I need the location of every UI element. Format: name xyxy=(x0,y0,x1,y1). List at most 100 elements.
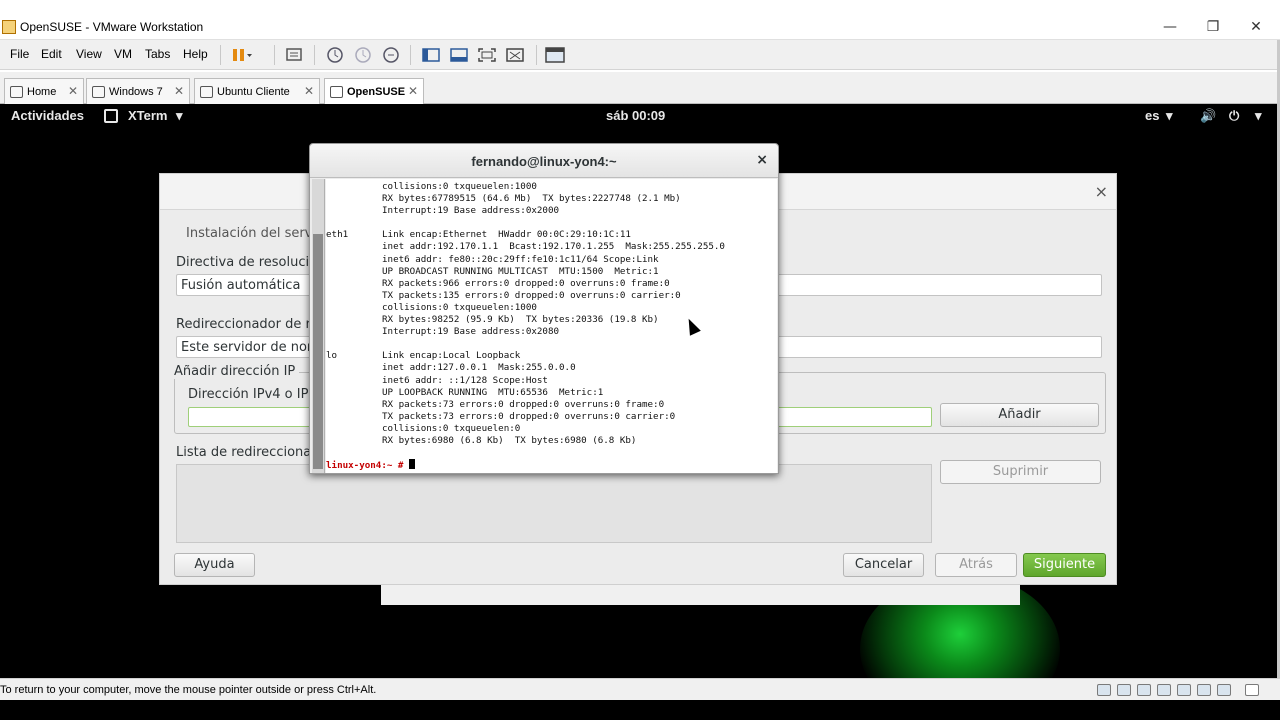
fullscreen-icon[interactable] xyxy=(476,45,498,65)
terminal-text: collisions:0 txqueuelen:1000 xyxy=(382,301,537,313)
prompt-line[interactable]: linux-yon4:~ # xyxy=(326,459,777,472)
tab-label: Home xyxy=(27,86,57,98)
terminal-output[interactable]: collisions:0 txqueuelen:1000 RX bytes:677… xyxy=(326,179,777,473)
printer-icon[interactable] xyxy=(1177,684,1191,696)
cd-dvd-icon[interactable] xyxy=(1117,684,1131,696)
sound-card-icon[interactable] xyxy=(1197,684,1211,696)
terminal-text: RX bytes:6980 (6.8 Kb) TX bytes:6980 (6.… xyxy=(382,434,637,446)
screen-bottom-edge xyxy=(0,700,1280,720)
toolbar-divider xyxy=(220,45,221,65)
home-icon xyxy=(10,86,23,98)
menu-view[interactable]: View xyxy=(76,47,102,61)
network-adapter-icon[interactable] xyxy=(1137,684,1151,696)
guest-screen[interactable]: Actividades XTerm ▾ sáb 00:09 es ▾ 🔊 ⏻ ▾… xyxy=(0,104,1277,678)
sidebar-toggle-icon[interactable] xyxy=(420,45,442,65)
terminal-text: RX bytes:67789515 (64.6 Mb) TX bytes:222… xyxy=(382,193,681,205)
tab-close-icon[interactable]: ✕ xyxy=(68,84,78,98)
menu-vm[interactable]: VM xyxy=(114,47,132,61)
tab-label: Windows 7 xyxy=(109,86,163,98)
terminal-text: inet addr:192.170.1.1 Bcast:192.170.1.25… xyxy=(382,241,725,253)
power-arrow-icon[interactable]: ▾ xyxy=(1255,108,1262,124)
window-title: OpenSUSE - VMware Workstation xyxy=(20,20,204,34)
xterm-scrollbar[interactable] xyxy=(312,179,325,473)
next-button[interactable]: Siguiente xyxy=(1023,553,1106,577)
terminal-text: Link encap:Ethernet HWaddr 00:0C:29:10:1… xyxy=(382,229,631,241)
forwarder-list[interactable] xyxy=(176,464,932,543)
cancel-button[interactable]: Cancelar xyxy=(843,553,924,577)
unity-icon[interactable] xyxy=(504,45,526,65)
minimize-icon[interactable]: — xyxy=(1155,17,1185,37)
terminal-text: TX packets:135 errors:0 dropped:0 overru… xyxy=(382,289,681,301)
terminal-line: inet6 addr: fe80::20c:29ff:fe10:1c11/64 … xyxy=(326,254,777,266)
menu-file[interactable]: File xyxy=(10,47,29,61)
console-view-icon[interactable] xyxy=(448,45,470,65)
terminal-line: collisions:0 txqueuelen:1000 xyxy=(326,181,777,193)
volume-icon[interactable]: 🔊 xyxy=(1200,108,1216,124)
tab-home[interactable]: Home ✕ xyxy=(4,78,84,104)
forwarder-label: Redireccionador de re xyxy=(176,317,319,332)
forwarder-list-label: Lista de redireccionad xyxy=(176,445,320,460)
display-icon[interactable] xyxy=(1217,684,1231,696)
send-keys-icon[interactable] xyxy=(284,45,306,65)
back-button[interactable]: Atrás xyxy=(935,553,1017,577)
xterm-titlebar[interactable]: fernando@linux-yon4:~ × xyxy=(310,144,778,178)
snapshot-manager-icon[interactable] xyxy=(380,45,402,65)
terminal-line: eth1 Link encap:Ethernet HWaddr 00:0C:29:… xyxy=(326,229,777,241)
close-icon[interactable]: ✕ xyxy=(1241,17,1271,37)
xterm-app-icon xyxy=(104,109,118,123)
menu-tabs[interactable]: Tabs xyxy=(145,47,170,61)
terminal-text: inet addr:127.0.0.1 Mask:255.0.0.0 xyxy=(382,362,576,374)
thumbnail-view-icon[interactable] xyxy=(544,45,566,65)
language-arrow-icon[interactable]: ▾ xyxy=(1166,108,1173,124)
terminal-text: RX bytes:98252 (95.9 Kb) TX bytes:20336 … xyxy=(382,314,659,326)
activities-button[interactable]: Actividades xyxy=(11,108,84,123)
terminal-line: Interrupt:19 Base address:0x2000 xyxy=(326,205,777,217)
tab-ubuntu-cliente[interactable]: Ubuntu Cliente ✕ xyxy=(194,78,320,104)
vmware-app-icon xyxy=(2,20,16,34)
interface-name: lo xyxy=(326,350,338,362)
window-titlebar: OpenSUSE - VMware Workstation — ❐ ✕ xyxy=(0,0,1280,40)
menu-help[interactable]: Help xyxy=(183,47,208,61)
network-adapter-2-icon[interactable] xyxy=(1157,684,1171,696)
tab-windows-7[interactable]: Windows 7 ✕ xyxy=(86,78,190,104)
interface-name: eth1 xyxy=(326,229,349,241)
text-cursor xyxy=(409,459,415,470)
tab-close-icon[interactable]: ✕ xyxy=(304,84,314,98)
terminal-line: inet addr:192.170.1.1 Bcast:192.170.1.25… xyxy=(326,241,777,253)
xterm-close-icon[interactable]: × xyxy=(756,152,768,168)
vm-tab-bar: Home ✕ Windows 7 ✕ Ubuntu Cliente ✕ Open… xyxy=(0,72,1280,104)
toolbar-divider xyxy=(536,45,537,65)
tab-close-icon[interactable]: ✕ xyxy=(408,84,418,98)
pause-icon[interactable] xyxy=(230,45,252,65)
terminal-text: UP LOOPBACK RUNNING MTU:65536 Metric:1 xyxy=(382,386,604,398)
help-button[interactable]: Ayuda xyxy=(174,553,255,577)
background-window-edge xyxy=(381,585,1020,605)
terminal-line: TX packets:135 errors:0 dropped:0 overru… xyxy=(326,290,777,302)
tab-label: Ubuntu Cliente xyxy=(217,86,290,98)
vm-icon xyxy=(92,86,105,98)
message-log-icon[interactable] xyxy=(1245,684,1259,696)
snapshot-icon[interactable] xyxy=(324,45,346,65)
tab-close-icon[interactable]: ✕ xyxy=(174,84,184,98)
hard-disk-icon[interactable] xyxy=(1097,684,1111,696)
add-ip-group-label: Añadir dirección IP xyxy=(174,364,300,379)
tab-label: OpenSUSE xyxy=(347,86,406,98)
dialog-close-icon[interactable]: × xyxy=(1095,182,1108,201)
language-indicator[interactable]: es xyxy=(1145,108,1159,123)
revert-snapshot-icon[interactable] xyxy=(352,45,374,65)
clock[interactable]: sáb 00:09 xyxy=(606,108,665,123)
app-menu-label[interactable]: XTerm xyxy=(128,108,168,123)
delete-button[interactable]: Suprimir xyxy=(940,460,1101,484)
scrollbar-thumb[interactable] xyxy=(313,234,323,469)
terminal-text: inet6 addr: ::1/128 Scope:Host xyxy=(382,374,548,386)
power-icon[interactable]: ⏻ xyxy=(1229,108,1239,124)
terminal-line: RX bytes:67789515 (64.6 Mb) TX bytes:222… xyxy=(326,193,777,205)
xterm-window[interactable]: fernando@linux-yon4:~ × collisions:0 txq… xyxy=(309,143,779,474)
app-menu-arrow-icon[interactable]: ▾ xyxy=(176,108,183,124)
add-button[interactable]: Añadir xyxy=(940,403,1099,427)
restore-icon[interactable]: ❐ xyxy=(1198,17,1228,37)
terminal-text: TX packets:73 errors:0 dropped:0 overrun… xyxy=(382,410,676,422)
menu-edit[interactable]: Edit xyxy=(41,47,62,61)
tab-opensuse[interactable]: OpenSUSE ✕ xyxy=(324,78,424,104)
